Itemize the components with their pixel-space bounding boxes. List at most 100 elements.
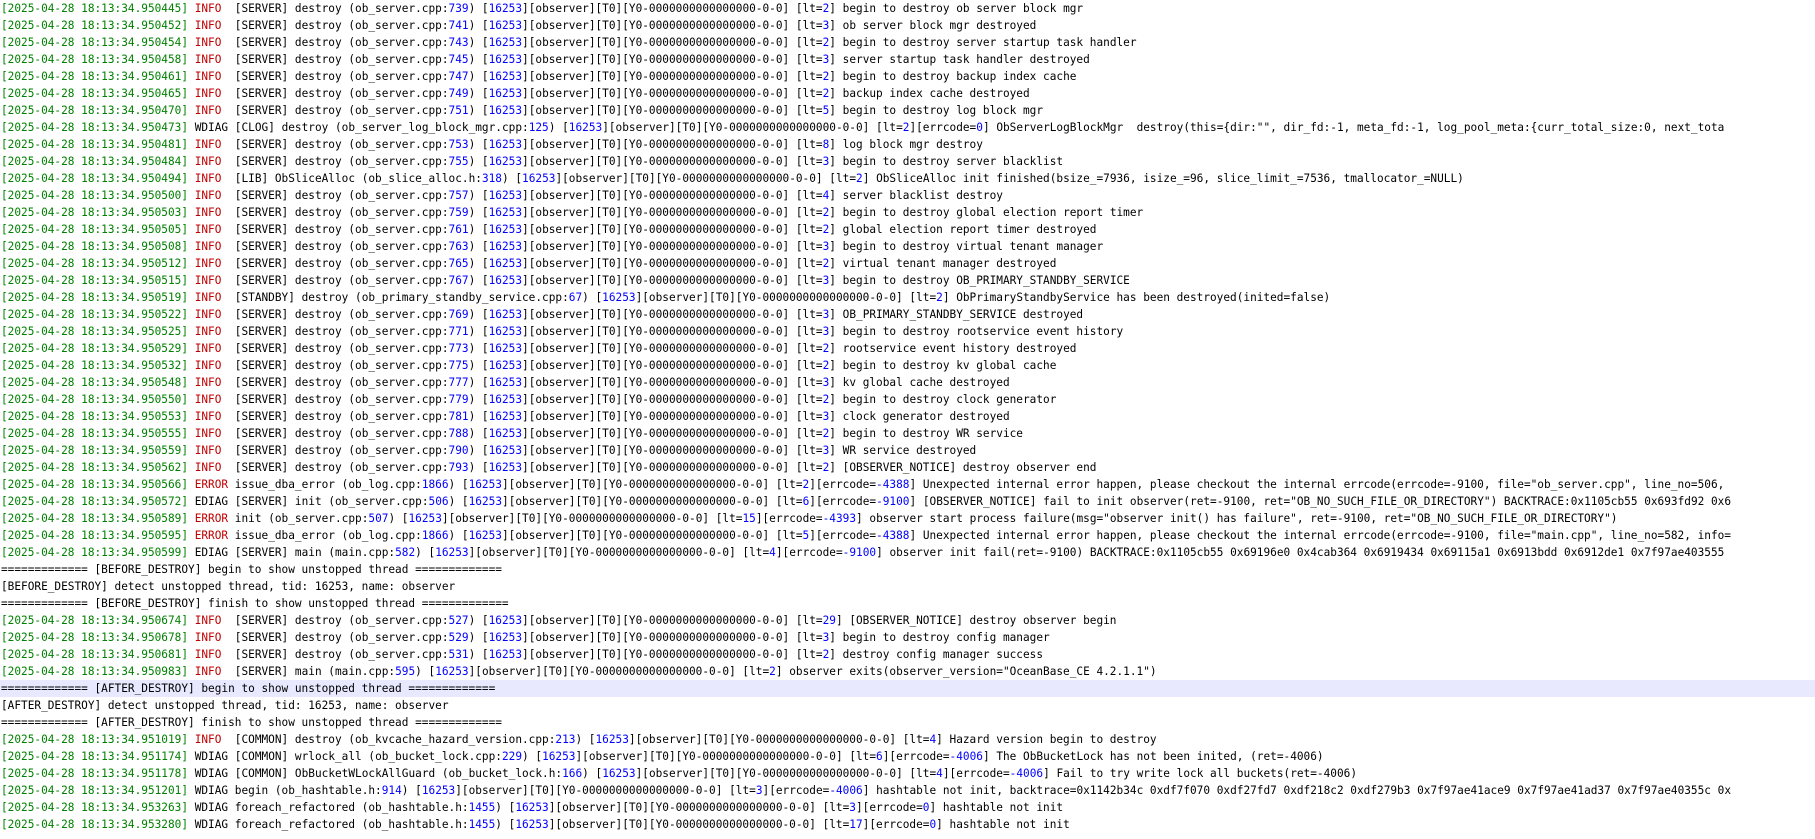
- log-line[interactable]: [2025-04-28 18:13:34.950505] INFO [SERVE…: [0, 221, 1815, 238]
- log-module: [LIB]: [234, 172, 269, 185]
- log-level: INFO: [194, 393, 222, 406]
- log-line[interactable]: ============= [BEFORE_DESTROY] finish to…: [0, 595, 1815, 612]
- log-line[interactable]: [2025-04-28 18:13:34.950559] INFO [SERVE…: [0, 442, 1815, 459]
- log-line[interactable]: [2025-04-28 18:13:34.950525] INFO [SERVE…: [0, 323, 1815, 340]
- log-line[interactable]: [2025-04-28 18:13:34.951174] WDIAG [COMM…: [0, 748, 1815, 765]
- log-function: destroy (ob_server.cpp:: [294, 308, 449, 321]
- log-line[interactable]: [2025-04-28 18:13:34.950500] INFO [SERVE…: [0, 187, 1815, 204]
- log-line[interactable]: [2025-04-28 18:13:34.950461] INFO [SERVE…: [0, 68, 1815, 85]
- log-source-line: 777: [448, 376, 469, 389]
- log-thread-id: 16253: [488, 376, 523, 389]
- log-line[interactable]: [2025-04-28 18:13:34.950465] INFO [SERVE…: [0, 85, 1815, 102]
- log-line[interactable]: [2025-04-28 18:13:34.950566] ERROR issue…: [0, 476, 1815, 493]
- log-lt-value: 2: [902, 121, 910, 134]
- log-line[interactable]: [2025-04-28 18:13:34.950458] INFO [SERVE…: [0, 51, 1815, 68]
- log-module: [SERVER]: [234, 427, 289, 440]
- log-line[interactable]: [2025-04-28 18:13:34.950473] WDIAG [CLOG…: [0, 119, 1815, 136]
- log-timestamp: [2025-04-28 18:13:34.950566]: [1, 478, 189, 491]
- log-line[interactable]: [2025-04-28 18:13:34.950481] INFO [SERVE…: [0, 136, 1815, 153]
- log-thread-id: 16253: [602, 767, 636, 780]
- log-line[interactable]: [2025-04-28 18:13:34.950555] INFO [SERVE…: [0, 425, 1815, 442]
- log-line[interactable]: [2025-04-28 18:13:34.950589] ERROR init …: [0, 510, 1815, 527]
- log-lt-value: 8: [822, 138, 830, 151]
- log-line[interactable]: [2025-04-28 18:13:34.950484] INFO [SERVE…: [0, 153, 1815, 170]
- log-message: begin to destroy virtual tenant manager: [842, 240, 1104, 253]
- log-message: Unexpected internal error happen, please…: [922, 529, 1731, 542]
- log-lt-value: 3: [822, 240, 830, 253]
- log-message: Fail to try write lock all buckets(ret=-…: [1056, 767, 1357, 780]
- log-line[interactable]: [2025-04-28 18:13:34.950562] INFO [SERVE…: [0, 459, 1815, 476]
- log-line[interactable]: [2025-04-28 18:13:34.950532] INFO [SERVE…: [0, 357, 1815, 374]
- log-line[interactable]: [2025-04-28 18:13:34.950452] INFO [SERVE…: [0, 17, 1815, 34]
- log-source-line: 213: [555, 733, 576, 746]
- log-message: Unexpected internal error happen, please…: [922, 478, 1725, 491]
- log-errcode: -9100: [842, 546, 877, 559]
- log-line[interactable]: [2025-04-28 18:13:34.950983] INFO [SERVE…: [0, 663, 1815, 680]
- log-line[interactable]: [2025-04-28 18:13:34.950445] INFO [SERVE…: [0, 0, 1815, 17]
- log-line[interactable]: [2025-04-28 18:13:34.950674] INFO [SERVE…: [0, 612, 1815, 629]
- log-function: destroy (ob_server.cpp:: [294, 461, 449, 474]
- log-timestamp: [2025-04-28 18:13:34.950589]: [1, 512, 189, 525]
- log-message: log block mgr destroy: [842, 138, 983, 151]
- log-message: [OBSERVER_NOTICE] destroy observer begin: [849, 614, 1117, 627]
- log-line[interactable]: [2025-04-28 18:13:34.950681] INFO [SERVE…: [0, 646, 1815, 663]
- log-errcode: -4006: [829, 784, 863, 797]
- log-line[interactable]: [2025-04-28 18:13:34.950553] INFO [SERVE…: [0, 408, 1815, 425]
- log-errcode: -4393: [822, 512, 857, 525]
- log-level: INFO: [194, 70, 222, 83]
- log-line[interactable]: ============= [BEFORE_DESTROY] begin to …: [0, 561, 1815, 578]
- log-module: [SERVER]: [234, 325, 289, 338]
- log-line[interactable]: [2025-04-28 18:13:34.951201] WDIAG begin…: [0, 782, 1815, 799]
- log-level: INFO: [194, 87, 222, 100]
- log-thread-id: 16253: [522, 172, 556, 185]
- log-line[interactable]: [2025-04-28 18:13:34.951019] INFO [COMMO…: [0, 731, 1815, 748]
- log-line[interactable]: [2025-04-28 18:13:34.950595] ERROR issue…: [0, 527, 1815, 544]
- log-timestamp: [2025-04-28 18:13:34.950555]: [1, 427, 189, 440]
- log-line[interactable]: [2025-04-28 18:13:34.950454] INFO [SERVE…: [0, 34, 1815, 51]
- log-line[interactable]: [2025-04-28 18:13:34.950522] INFO [SERVE…: [0, 306, 1815, 323]
- log-line[interactable]: [2025-04-28 18:13:34.950508] INFO [SERVE…: [0, 238, 1815, 255]
- log-line[interactable]: [2025-04-28 18:13:34.950572] EDIAG [SERV…: [0, 493, 1815, 510]
- log-source-line: 582: [395, 546, 416, 559]
- log-line[interactable]: [2025-04-28 18:13:34.953263] WDIAG forea…: [0, 799, 1815, 816]
- log-line[interactable]: [2025-04-28 18:13:34.950515] INFO [SERVE…: [0, 272, 1815, 289]
- log-line[interactable]: [2025-04-28 18:13:34.950494] INFO [LIB] …: [0, 170, 1815, 187]
- log-lt-value: 2: [822, 36, 830, 49]
- log-line[interactable]: [2025-04-28 18:13:34.950519] INFO [STAND…: [0, 289, 1815, 306]
- log-source-line: 767: [448, 274, 469, 287]
- log-function: issue_dba_error (ob_log.cpp:: [234, 529, 422, 542]
- log-line[interactable]: [BEFORE_DESTROY] detect unstopped thread…: [0, 578, 1815, 595]
- log-line[interactable]: [2025-04-28 18:13:34.950529] INFO [SERVE…: [0, 340, 1815, 357]
- log-function: foreach_refactored (ob_hashtable.h:: [234, 801, 469, 814]
- log-line[interactable]: [AFTER_DESTROY] detect unstopped thread,…: [0, 697, 1815, 714]
- log-viewer[interactable]: [2025-04-28 18:13:34.950445] INFO [SERVE…: [0, 0, 1815, 839]
- log-line[interactable]: ============= [AFTER_DESTROY] finish to …: [0, 714, 1815, 731]
- log-line[interactable]: [2025-04-28 18:13:34.950599] EDIAG [SERV…: [0, 544, 1815, 561]
- log-errcode: -4006: [1009, 767, 1044, 780]
- log-module: [SERVER]: [234, 257, 289, 270]
- log-timestamp: [2025-04-28 18:13:34.950681]: [1, 648, 189, 661]
- log-line[interactable]: [2025-04-28 18:13:34.950512] INFO [SERVE…: [0, 255, 1815, 272]
- log-line[interactable]: [2025-04-28 18:13:34.950470] INFO [SERVE…: [0, 102, 1815, 119]
- log-source-line: 507: [368, 512, 389, 525]
- log-thread-id: 16253: [488, 410, 523, 423]
- log-message: kv global cache destroyed: [842, 376, 1010, 389]
- log-thread-id: 16253: [568, 121, 603, 134]
- log-line[interactable]: [2025-04-28 18:13:34.953280] WDIAG forea…: [0, 816, 1815, 833]
- log-thread-id: 16253: [421, 784, 456, 797]
- log-line[interactable]: ============= [AFTER_DESTROY] begin to s…: [0, 680, 1815, 697]
- log-module: [SERVER]: [234, 342, 289, 355]
- log-module: [SERVER]: [234, 189, 289, 202]
- log-line[interactable]: [2025-04-28 18:13:34.950678] INFO [SERVE…: [0, 629, 1815, 646]
- log-source-line: 506: [428, 495, 449, 508]
- log-module: [SERVER]: [234, 223, 289, 236]
- log-line[interactable]: [2025-04-28 18:13:34.950550] INFO [SERVE…: [0, 391, 1815, 408]
- log-module: [SERVER]: [234, 36, 289, 49]
- log-timestamp: [2025-04-28 18:13:34.950522]: [1, 308, 189, 321]
- log-source-line: 595: [395, 665, 416, 678]
- log-line[interactable]: [2025-04-28 18:13:34.950548] INFO [SERVE…: [0, 374, 1815, 391]
- log-line[interactable]: [2025-04-28 18:13:34.951178] WDIAG [COMM…: [0, 765, 1815, 782]
- log-line[interactable]: [2025-04-28 18:13:34.950503] INFO [SERVE…: [0, 204, 1815, 221]
- log-level: INFO: [194, 53, 222, 66]
- log-lt-value: 3: [755, 784, 763, 797]
